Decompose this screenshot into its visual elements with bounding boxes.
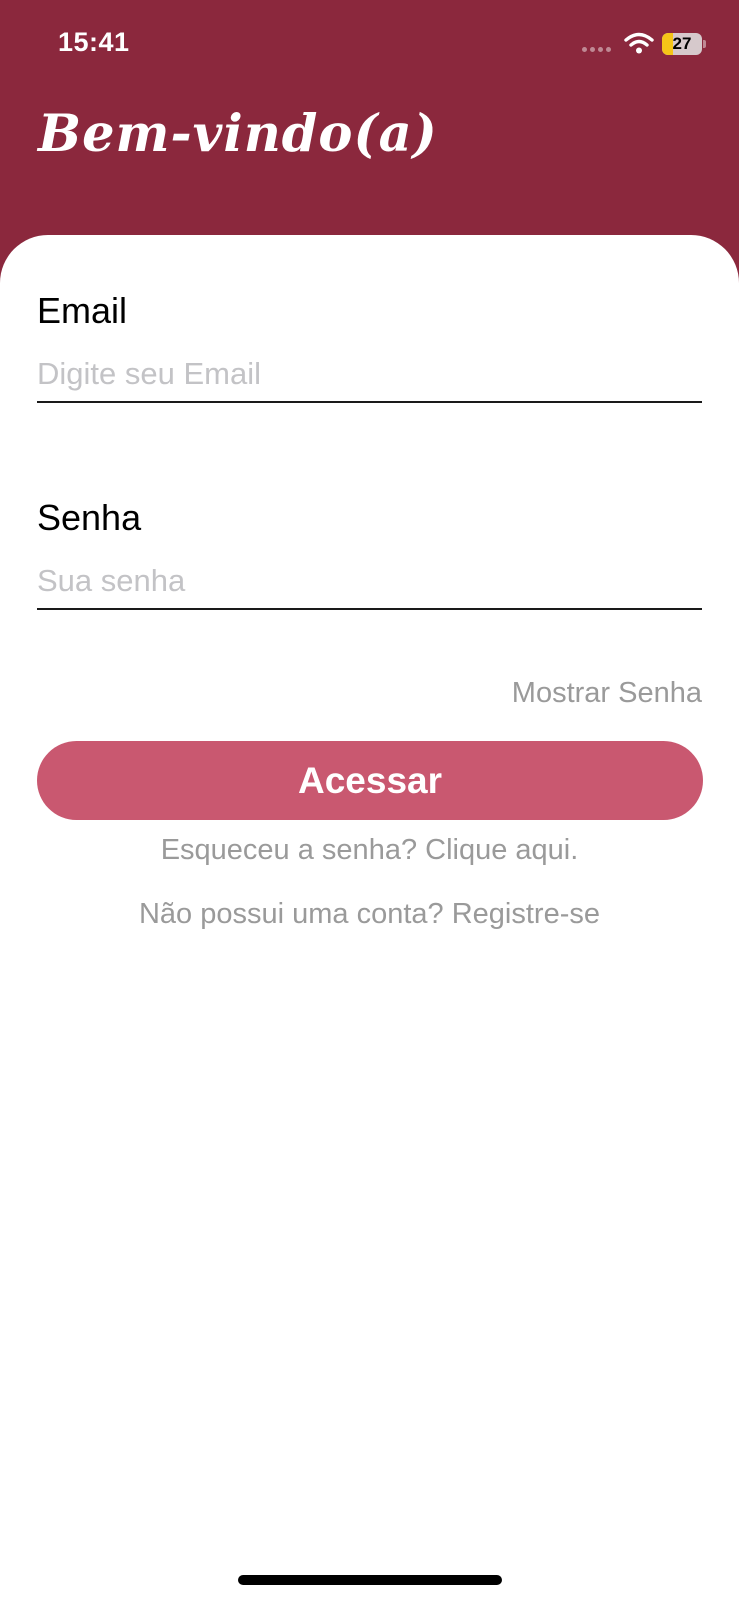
status-time: 15:41: [58, 27, 130, 57]
wifi-icon: [624, 32, 654, 54]
battery-level: 27: [672, 34, 692, 53]
battery-icon: 27: [662, 33, 706, 55]
email-label: Email: [37, 290, 128, 331]
signal-icon: [582, 47, 611, 52]
page-title: Bem-vindo(a): [38, 104, 438, 164]
status-bar: 15:41 27: [0, 0, 739, 90]
register-link[interactable]: Não possui uma conta? Registre-se: [0, 898, 739, 931]
show-password-toggle[interactable]: Mostrar Senha: [512, 677, 702, 710]
login-card: Email Senha Mostrar Senha Acessar Esquec…: [0, 235, 739, 1600]
login-button[interactable]: Acessar: [37, 741, 703, 820]
password-label: Senha: [37, 497, 142, 538]
home-indicator: [238, 1575, 502, 1585]
password-field[interactable]: [37, 554, 702, 610]
email-field[interactable]: [37, 347, 702, 403]
forgot-password-link[interactable]: Esqueceu a senha? Clique aqui.: [0, 834, 739, 867]
